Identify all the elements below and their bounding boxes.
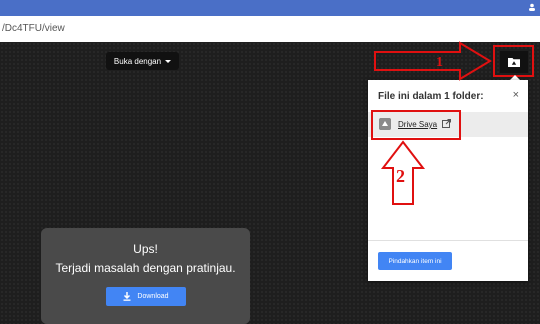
step-2-label: 2 xyxy=(396,166,405,186)
arrow-right-annotation xyxy=(374,41,492,81)
annotation-overlay xyxy=(374,41,492,205)
step-1-label: 1 xyxy=(436,55,443,70)
